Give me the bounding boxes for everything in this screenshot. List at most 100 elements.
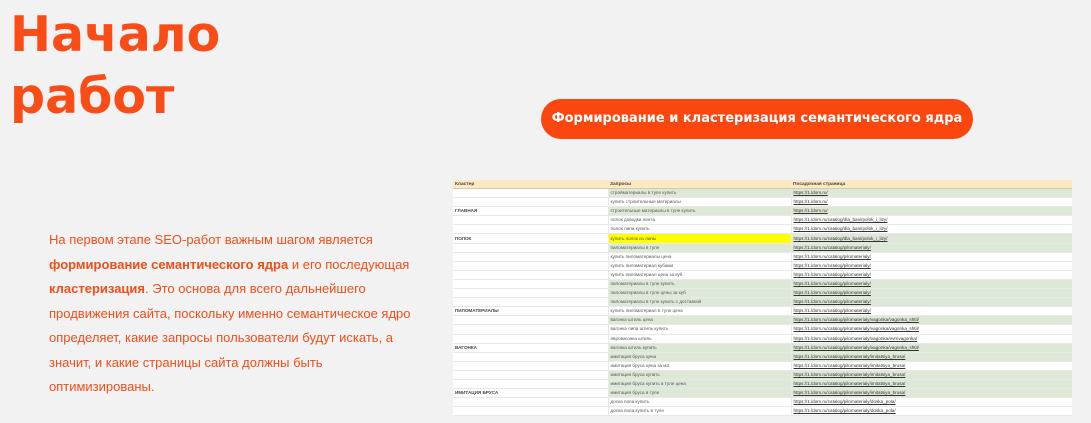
spreadsheet-row: пиломатериалы в туле купить https://1.ldo…: [453, 279, 1072, 290]
cluster-cell: [453, 406, 609, 416]
query-cell: строительные материалы в туле купить: [608, 206, 792, 217]
query-cell: стройматериалы в туле купить: [608, 188, 792, 199]
query-cell: купить пиломатериалы цена: [608, 252, 792, 262]
landing-url-cell: https://1.ldom.ru/catalog/pilomaterialy/…: [791, 324, 1072, 335]
cluster-cell: [453, 279, 609, 290]
landing-url-cell: https://1.ldom.ru/catalog/pilomaterialy/…: [791, 343, 1072, 353]
landing-url-cell: https://1.ldom.ru/catalog/dla_bani/polok…: [791, 215, 1072, 226]
cluster-cell: ИМИТАЦИЯ БРУСА: [453, 388, 609, 399]
page-title-line-2: работ: [10, 68, 175, 125]
spreadsheet-row: купить пиломатериал кубами https://1.ldom…: [453, 261, 1072, 271]
cluster-cell: ВАГОНКА: [453, 343, 609, 353]
spreadsheet-row: купить пиломатериалы цена https://1.ldom.…: [453, 252, 1072, 262]
cluster-cell: [453, 243, 609, 253]
semantic-core-button[interactable]: Формирование и кластеризация семантическ…: [541, 99, 973, 139]
landing-url-cell: https://1.ldom.ru/: [791, 188, 1072, 199]
spreadsheet-row: полок липа купить https://1.ldom.ru/catal…: [453, 224, 1072, 235]
description-part-2: и его последующая: [288, 256, 410, 272]
query-cell: имитация бруса в туле: [608, 388, 792, 399]
cluster-cell: [453, 224, 609, 235]
semantic-core-spreadsheet-image: Кластер Запросы Посадочная страница стро…: [453, 180, 1072, 416]
query-cell: полок липа купить: [608, 224, 792, 235]
landing-url-cell: https://1.ldom.ru/: [791, 197, 1072, 208]
landing-url-cell: https://1.ldom.ru/catalog/pilomaterialy/…: [791, 379, 1072, 390]
query-cell: вагонка штиль цена: [608, 315, 792, 326]
description-bold-2: кластеризация: [49, 281, 146, 296]
cluster-cell: [453, 397, 609, 408]
spreadsheet-row: пиломатериалы в туле https://1.ldom.ru/ca…: [453, 243, 1072, 253]
query-cell: евровагонка штиль: [608, 334, 792, 344]
cluster-cell: [453, 315, 609, 326]
landing-url-cell: https://1.ldom.ru/catalog/dla_bani/polok…: [791, 233, 1072, 244]
spreadsheet-body: стройматериалы в туле купить https://1.ld…: [453, 188, 1072, 416]
landing-url-cell: https://1.ldom.ru/catalog/pilomaterialy/: [791, 252, 1072, 262]
landing-url-cell: https://1.ldom.ru/catalog/pilomaterialy/…: [791, 352, 1072, 362]
header-cluster: Кластер: [453, 180, 608, 189]
spreadsheet-row: доска пола купить https://1.ldom.ru/catal…: [453, 397, 1072, 408]
spreadsheet-row: вагонка липа штиль купить https://1.ldom.…: [453, 324, 1072, 335]
spreadsheet-row: ГЛАВНАЯ строительные материалы в туле куп…: [453, 206, 1072, 217]
spreadsheet-row: ИМИТАЦИЯ БРУСА имитация бруса в туле https…: [453, 388, 1072, 399]
landing-url-cell: https://1.ldom.ru/catalog/pilomaterialy/…: [791, 334, 1072, 344]
spreadsheet-row: пиломатериалы в туле купить с доставкой h…: [453, 297, 1072, 308]
query-cell: полок доводки лента: [608, 215, 792, 226]
cluster-cell: [453, 297, 609, 308]
cluster-cell: [453, 215, 609, 226]
spreadsheet-row: полок доводки лента https://1.ldom.ru/cat…: [453, 215, 1072, 226]
cluster-cell: [453, 370, 609, 380]
landing-url-cell: https://1.ldom.ru/catalog/pilomaterialy/: [791, 279, 1072, 290]
cluster-cell: ГЛАВНАЯ: [453, 206, 609, 217]
query-cell: купить пиломатериал цена за куб: [608, 270, 792, 280]
cluster-cell: [453, 188, 609, 199]
page-title-line-1: Начало: [10, 6, 221, 63]
page-title: Начало работ: [10, 4, 330, 128]
query-cell: пиломатериалы в туле цены за куб: [608, 288, 792, 299]
landing-url-cell: https://1.ldom.ru/catalog/pilomaterialy/: [791, 270, 1072, 280]
landing-url-cell: https://1.ldom.ru/catalog/pilomaterialy/…: [791, 388, 1072, 399]
cluster-cell: [453, 261, 609, 271]
landing-url-cell: https://1.ldom.ru/catalog/pilomaterialy/: [791, 288, 1072, 299]
cluster-cell: [453, 197, 609, 208]
landing-url-cell: https://1.ldom.ru/catalog/pilomaterialy/…: [791, 370, 1072, 380]
description-text: На первом этапе SEO-работ важным шагом я…: [49, 228, 421, 400]
cluster-cell: ПОЛОК: [453, 233, 609, 244]
landing-url-cell: https://1.ldom.ru/catalog/pilomaterialy/…: [791, 406, 1072, 416]
query-cell: доска пола купить в туле: [608, 406, 792, 416]
query-cell: пиломатериалы в туле: [608, 243, 792, 253]
landing-url-cell: https://1.ldom.ru/catalog/pilomaterialy/…: [791, 361, 1072, 371]
spreadsheet-row: имитация бруса купить https://1.ldom.ru/c…: [453, 370, 1072, 380]
cluster-cell: [453, 352, 609, 362]
cluster-cell: [453, 288, 609, 299]
spreadsheet-row: купить строительные материалы https://1.l…: [453, 197, 1072, 208]
header-landing-page: Посадочная страница: [791, 180, 1072, 189]
spreadsheet-header-row: Кластер Запросы Посадочная страница: [453, 180, 1072, 189]
spreadsheet-row: стройматериалы в туле купить https://1.ld…: [453, 188, 1072, 199]
cluster-cell: [453, 379, 609, 390]
query-cell: пиломатериалы в туле купить: [608, 279, 792, 290]
spreadsheet-row: пиломатериалы в туле цены за куб https://…: [453, 288, 1072, 299]
query-cell: имитация бруса цена за м2: [608, 361, 792, 371]
spreadsheet-row: ПИЛОМАТЕРИАЛЫ купить пиломатериал в туле …: [453, 306, 1072, 317]
description-part-1: На первом этапе SEO-работ важным шагом я…: [49, 232, 373, 247]
spreadsheet-table: Кластер Запросы Посадочная страница стро…: [453, 180, 1072, 416]
spreadsheet-row: имитация бруса купить в туле цена https:/…: [453, 379, 1072, 390]
spreadsheet-row: купить пиломатериал цена за куб https://1…: [453, 270, 1072, 280]
query-cell: купить полок из липы: [608, 233, 792, 244]
landing-url-cell: https://1.ldom.ru/catalog/pilomaterialy/: [791, 297, 1072, 308]
cluster-cell: [453, 361, 609, 371]
landing-url-cell: https://1.ldom.ru/: [791, 206, 1072, 217]
description-bold-1: формирование семантического ядра: [49, 256, 289, 272]
landing-url-cell: https://1.ldom.ru/catalog/dla_bani/polok…: [791, 224, 1072, 235]
query-cell: пиломатериалы в туле купить с доставкой: [608, 297, 792, 308]
description-part-3: . Это основа для всего дальнейшего продв…: [49, 281, 411, 394]
spreadsheet-row: имитация бруса цена https://1.ldom.ru/cat…: [453, 352, 1072, 362]
query-cell: купить строительные материалы: [608, 197, 792, 208]
landing-url-cell: https://1.ldom.ru/catalog/pilomaterialy/…: [791, 315, 1072, 326]
spreadsheet-row: доска пола купить в туле https://1.ldom.r…: [453, 406, 1072, 416]
landing-url-cell: https://1.ldom.ru/catalog/pilomaterialy/: [791, 261, 1072, 271]
header-queries: Запросы: [608, 180, 791, 189]
query-cell: купить пиломатериал кубами: [608, 261, 792, 271]
query-cell: доска пола купить: [608, 397, 792, 408]
cluster-cell: [453, 324, 609, 335]
spreadsheet-row: ПОЛОК купить полок из липы https://1.ldom.…: [453, 233, 1072, 244]
